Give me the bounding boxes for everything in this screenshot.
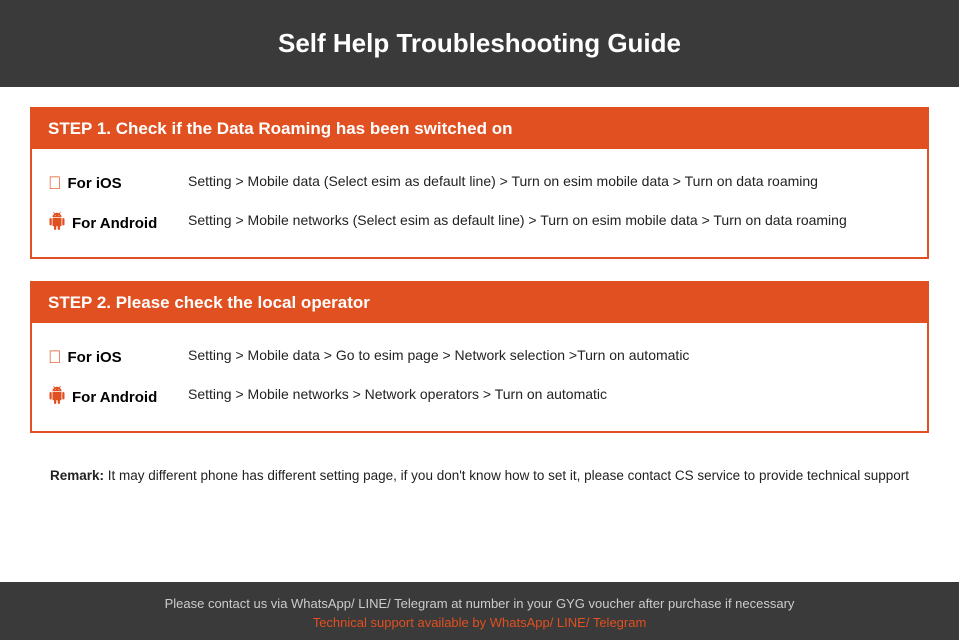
- step1-android-desc: Setting > Mobile networks (Select esim a…: [188, 210, 911, 232]
- step1-android-row: For Android Setting > Mobile networks (S…: [48, 202, 911, 243]
- step1-body:  For iOS Setting > Mobile data (Select …: [32, 149, 927, 257]
- step2-ios-desc: Setting > Mobile data > Go to esim page …: [188, 345, 911, 367]
- step1-heading: STEP 1. Check if the Data Roaming has be…: [32, 109, 927, 149]
- step1-ios-label:  For iOS: [48, 171, 188, 194]
- step2-heading: STEP 2. Please check the local operator: [32, 283, 927, 323]
- step2-ios-label:  For iOS: [48, 345, 188, 368]
- remark-label: Remark:: [50, 468, 104, 483]
- step2-body:  For iOS Setting > Mobile data > Go to …: [32, 323, 927, 431]
- android-icon: [48, 212, 66, 235]
- step2-android-desc: Setting > Mobile networks > Network oper…: [188, 384, 911, 406]
- footer-support: Technical support available by WhatsApp/…: [20, 615, 939, 630]
- android-icon-2: [48, 386, 66, 409]
- step1-android-label: For Android: [48, 210, 188, 235]
- step1-ios-desc: Setting > Mobile data (Select esim as de…: [188, 171, 911, 193]
- step2-ios-row:  For iOS Setting > Mobile data > Go to …: [48, 337, 911, 376]
- step1-section: STEP 1. Check if the Data Roaming has be…: [30, 107, 929, 259]
- footer-contact: Please contact us via WhatsApp/ LINE/ Te…: [20, 596, 939, 611]
- remark-body: It may different phone has different set…: [104, 468, 909, 483]
- remark-text: Remark: It may different phone has diffe…: [30, 465, 929, 487]
- page-title: Self Help Troubleshooting Guide: [278, 28, 681, 58]
- remark-section: Remark: It may different phone has diffe…: [30, 455, 929, 493]
- step2-android-label: For Android: [48, 384, 188, 409]
- footer: Please contact us via WhatsApp/ LINE/ Te…: [0, 582, 959, 640]
- step2-section: STEP 2. Please check the local operator …: [30, 281, 929, 433]
- page-header: Self Help Troubleshooting Guide: [0, 0, 959, 87]
- apple-icon: : [48, 173, 62, 194]
- step1-ios-row:  For iOS Setting > Mobile data (Select …: [48, 163, 911, 202]
- step2-android-row: For Android Setting > Mobile networks > …: [48, 376, 911, 417]
- main-content: STEP 1. Check if the Data Roaming has be…: [0, 87, 959, 582]
- apple-icon-2: : [48, 347, 62, 368]
